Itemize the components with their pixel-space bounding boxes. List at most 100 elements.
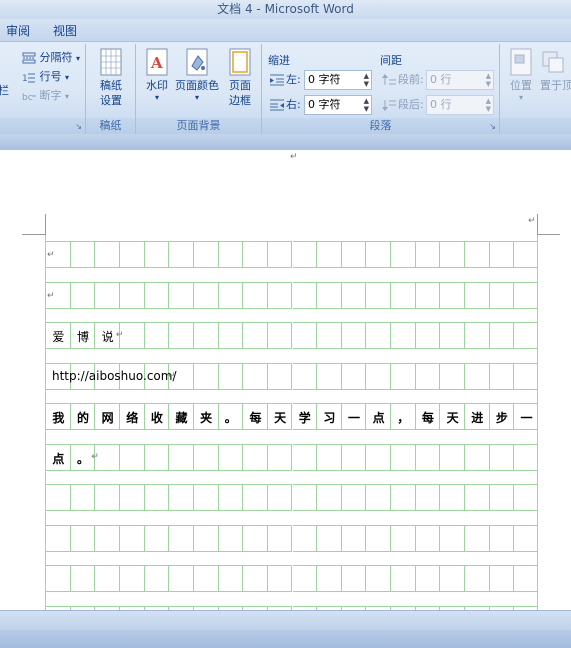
grid-cell: [440, 443, 466, 471]
grid-cell: [243, 484, 268, 511]
grid-cell: [440, 322, 466, 349]
page-color-button[interactable]: 页面颜色 ▾: [174, 48, 220, 103]
grid-cell: [193, 362, 219, 390]
grid-cell: [292, 484, 318, 511]
grid-row: 我的网络收藏夹。每天学习一点，每天进步一: [46, 403, 537, 430]
bring-to-front-button[interactable]: 置于顶: [540, 48, 571, 93]
spacing-header: 间距: [380, 54, 402, 67]
manuscript-char: 一: [348, 411, 361, 425]
grid-cell: [267, 484, 293, 511]
grid-row: ↵: [46, 281, 537, 309]
line-numbers-label: 行号: [39, 70, 62, 83]
grid-cell: [70, 524, 96, 552]
grid-cell: [119, 484, 145, 511]
grid-cell: [415, 565, 441, 592]
grid-cell: [465, 322, 490, 349]
dialog-launcher-icon[interactable]: ↘: [489, 122, 496, 131]
grid-cell: [144, 322, 170, 349]
ribbon-tabs: 审阅 视图: [0, 19, 571, 41]
chevron-down-icon: ▾: [76, 54, 81, 63]
grid-cell: [169, 484, 194, 511]
manuscript-text-line: 我的网络收藏夹。每天学习一点，每天进步一: [46, 409, 537, 426]
grid-row: http://aiboshuo.com/↵: [46, 362, 537, 390]
grid-cell: [292, 443, 318, 471]
position-button[interactable]: 位置 ▾: [506, 48, 536, 103]
grid-cell: [341, 524, 367, 552]
manuscript-grid[interactable]: ↵ ↵ 爱博说 ↵ http://aiboshuo.com/↵ 我的网络收藏夹。每天学习一…: [45, 235, 538, 610]
grid-cell: [119, 281, 145, 309]
tab-review[interactable]: 审阅: [6, 22, 30, 40]
grid-cell: [119, 241, 145, 268]
grid-cell: [514, 443, 537, 471]
grid-cell: [292, 241, 318, 268]
grid-cell: [391, 524, 416, 552]
grid-cell: [70, 565, 96, 592]
indent-left-value: 0 字符: [308, 73, 341, 86]
grid-cell: [218, 241, 244, 268]
spin-arrows-icon[interactable]: ▲ ▼: [364, 72, 369, 88]
spacing-after-input[interactable]: 0 行 ▲ ▼: [426, 95, 494, 115]
grid-cell: [169, 565, 194, 592]
grid-cell: [119, 443, 145, 471]
group-page-setup: 栏 分隔符 ▾ 1 行号 ▾ bc 断字 ▾ ↘: [0, 44, 86, 134]
hyphenation-button[interactable]: bc 断字 ▾: [22, 87, 69, 105]
window-title: 文档 4 - Microsoft Word: [217, 2, 354, 16]
indent-right-input[interactable]: 0 字符 ▲ ▼: [304, 95, 372, 115]
grid-cell: [514, 281, 537, 309]
grid-cell: [218, 443, 244, 471]
columns-partial-label[interactable]: 栏: [0, 82, 9, 100]
grid-cell: [415, 524, 441, 552]
grid-cell: [415, 281, 441, 309]
paragraph-mark: ↵: [47, 290, 55, 301]
grid-cell: [465, 484, 490, 511]
grid-cell: [489, 484, 515, 511]
grid-cell: [341, 565, 367, 592]
indent-right-value: 0 字符: [308, 98, 341, 111]
indent-right-label: 右:: [286, 98, 301, 111]
page-color-label: 页面颜色: [175, 79, 219, 92]
dialog-launcher-icon[interactable]: ↘: [75, 122, 82, 131]
page-borders-button[interactable]: 页面 边框: [222, 48, 258, 108]
status-bar: [0, 610, 571, 630]
section-break-button[interactable]: 分隔符 ▾: [22, 49, 80, 67]
grid-cell: [70, 281, 96, 309]
grid-cell: [243, 241, 268, 268]
page-borders-label: 页面 边框: [229, 79, 251, 107]
spin-arrows-icon[interactable]: ▲ ▼: [364, 97, 369, 113]
manuscript-char: 。: [224, 411, 237, 425]
grid-cell: [267, 362, 293, 390]
indent-right-icon: [270, 99, 284, 111]
spin-arrows-icon[interactable]: ▲ ▼: [486, 97, 491, 113]
svg-text:1: 1: [22, 74, 28, 83]
grid-cell: [341, 281, 367, 309]
line-numbers-button[interactable]: 1 行号 ▾: [22, 68, 69, 86]
manuscript-settings-button[interactable]: 稿纸 设置: [90, 48, 132, 108]
chevron-down-icon: ▾: [154, 93, 159, 102]
tab-view[interactable]: 视图: [53, 22, 77, 40]
watermark-button[interactable]: A 水印 ▾: [140, 48, 174, 103]
paragraph-mark: ↵: [290, 152, 298, 162]
grid-cell: [193, 484, 219, 511]
grid-cell: [119, 524, 145, 552]
paragraph-mark: ↵: [168, 370, 176, 381]
spin-arrows-icon[interactable]: ▲ ▼: [486, 72, 491, 88]
page-border-icon: [229, 48, 251, 76]
ribbon-bottom-edge: [0, 134, 571, 150]
grid-cell: [391, 443, 416, 471]
group-label-arrange: [500, 118, 571, 134]
grid-cell: [169, 281, 194, 309]
grid-cell: [169, 524, 194, 552]
grid-cell: [341, 362, 367, 390]
hyphenation-icon: bc: [22, 93, 36, 103]
grid-cell: [95, 241, 120, 268]
grid-cell: [193, 565, 219, 592]
grid-cell: [267, 524, 293, 552]
watermark-label: 水印: [146, 79, 168, 92]
indent-left-input[interactable]: 0 字符 ▲ ▼: [304, 70, 372, 90]
spacing-before-input[interactable]: 0 行 ▲ ▼: [426, 70, 494, 90]
manuscript-char: 点: [372, 411, 385, 425]
group-paragraph: 缩进 左: 0 字符 ▲ ▼ 右: 0 字符 ▲ ▼ 间距 段前: 0 行 ▲ ▼ 段…: [262, 44, 500, 134]
chevron-down-icon: ▾: [65, 92, 70, 101]
grid-cell: [95, 565, 120, 592]
grid-cell: [366, 362, 392, 390]
